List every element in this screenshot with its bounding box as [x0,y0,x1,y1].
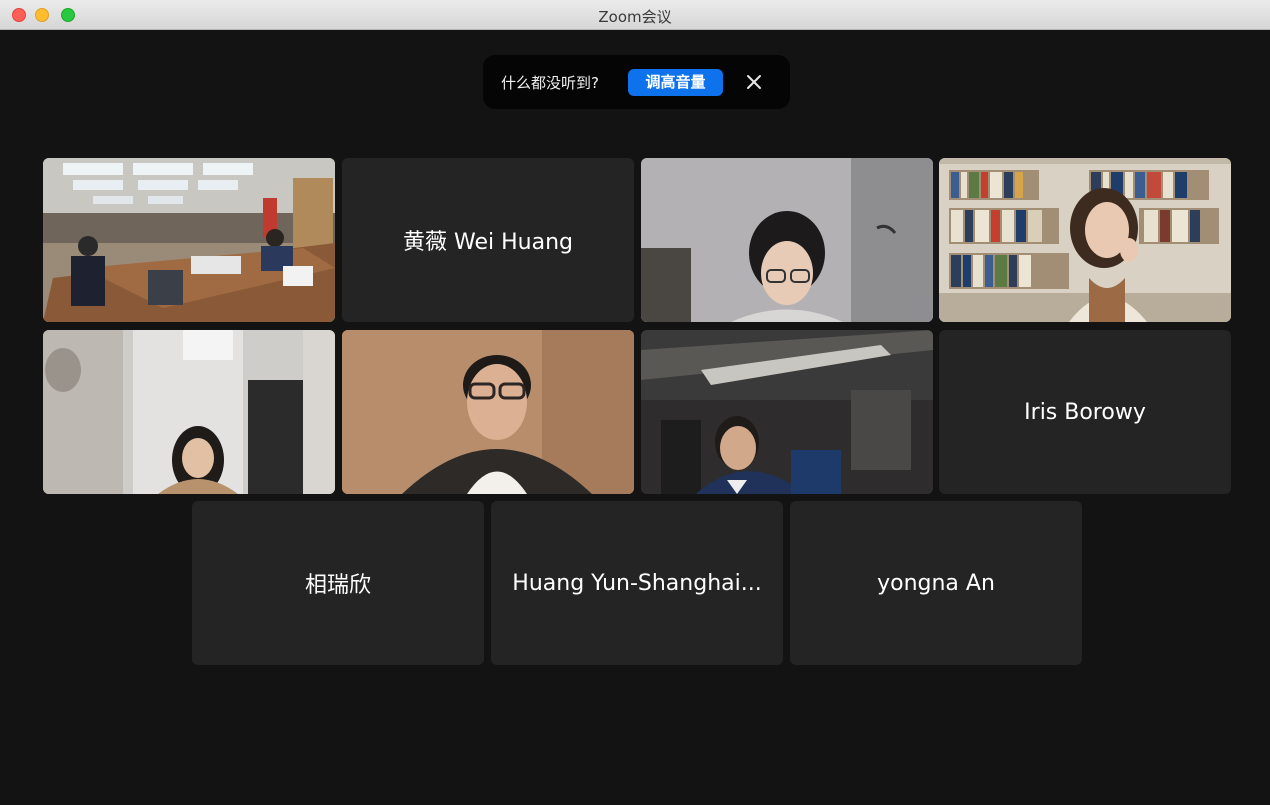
audio-hint-banner: 什么都没听到? 调高音量 [483,55,790,109]
conference-room-video [43,158,335,322]
participant-video [342,330,634,494]
participant-tile-10[interactable]: Huang Yun-Shanghai... [491,501,783,665]
audio-hint-message: 什么都没听到? [501,74,599,92]
participant-tile-11[interactable]: yongna An [790,501,1082,665]
participant-name: 相瑞欣 [304,573,371,598]
participant-tile-1[interactable] [43,158,335,322]
participant-name: yongna An [877,570,995,596]
participant-name: Iris Borowy [1024,399,1146,425]
participant-tile-7[interactable] [641,330,933,494]
participant-tile-9[interactable]: 相瑞欣 [192,501,484,665]
participant-name: 黄薇 Wei Huang [403,230,573,255]
title-bar: Zoom会议 [0,0,1270,30]
raise-volume-button[interactable]: 调高音量 [628,69,723,96]
participant-tile-4[interactable] [939,158,1231,322]
zoom-window: Zoom会议 什么都没听到? 调高音量 黄薇 Wei Huang Iris Bo… [0,0,1270,805]
participant-tile-8[interactable]: Iris Borowy [939,330,1231,494]
participant-video [939,158,1231,322]
participant-tile-2[interactable]: 黄薇 Wei Huang [342,158,634,322]
participant-video [641,158,933,322]
window-title: Zoom会议 [598,8,672,26]
participant-tile-6[interactable] [342,330,634,494]
participant-tile-3[interactable] [641,158,933,322]
participant-tile-5[interactable] [43,330,335,494]
participant-video [43,330,335,494]
close-icon[interactable] [743,71,765,93]
participant-video [641,330,933,494]
participant-name: Huang Yun-Shanghai... [512,570,762,596]
